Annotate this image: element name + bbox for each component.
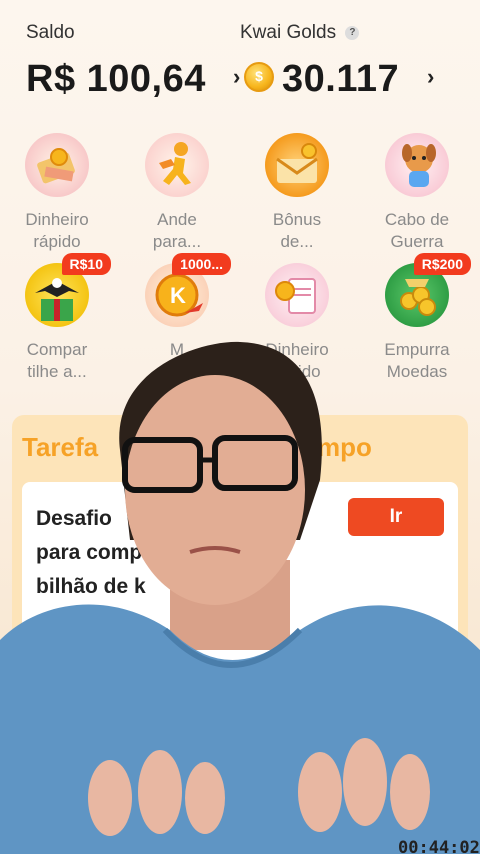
shortcut-label: rápido [33, 232, 81, 251]
shortcut-label: Ande [157, 210, 197, 229]
shortcut-label: Dinheiro [265, 340, 329, 359]
shortcut-label: Moedas [386, 362, 448, 381]
runner-icon [145, 133, 209, 197]
shortcut-ande-para[interactable]: Ande para... [122, 133, 232, 253]
kwai-golds-label-text: Kwai Golds [240, 22, 337, 43]
shortcut-dinheiro-rapido[interactable]: Dinheiro rápido [2, 133, 112, 253]
help-icon[interactable]: ? [345, 25, 360, 40]
shortcut-empurra-moedas[interactable]: R$200 Empurra Moedas [362, 253, 472, 383]
dog-mascot-icon [385, 133, 449, 197]
timer: 00:44:02 [398, 838, 480, 854]
svg-text:K: K [170, 283, 186, 308]
shortcut-bonus-de[interactable]: Bônus de... [242, 133, 352, 253]
task-description: Desafio para comp bilhão de k [36, 502, 236, 604]
shortcut-label: de... [280, 232, 314, 251]
receipt-coin-icon [265, 263, 329, 327]
task-description-line: para comp [36, 541, 143, 564]
bonus-envelope-icon [265, 133, 329, 197]
shortcut-dinheiro-rapido-2[interactable]: Dinheiro rápido [242, 263, 352, 383]
shortcut-label: M [169, 340, 185, 359]
task-panel-title-suffix: mpo [317, 432, 372, 462]
shortcut-cabo-de-guerra[interactable]: Cabo de Guerra [362, 133, 472, 253]
shortcut-label: Guerra [390, 232, 444, 251]
reward-badge: R$200 [413, 253, 471, 275]
shortcut-label: rápido [273, 362, 321, 381]
shortcut-label: tilhe a... [27, 362, 87, 381]
saldo-label: Saldo [26, 22, 75, 43]
kwai-golds-label: Kwai Golds ? [240, 22, 360, 44]
saldo-chevron-icon[interactable]: › [233, 64, 240, 90]
golds-value[interactable]: 30.117 [282, 58, 399, 101]
money-envelope-icon [25, 133, 89, 197]
reward-badge: R$10 [61, 253, 111, 275]
shortcut-moedas[interactable]: K 1000... M [122, 253, 232, 361]
saldo-value[interactable]: R$ 100,64 [26, 58, 206, 101]
go-button[interactable]: Ir [348, 498, 444, 536]
shortcut-label: Empurra [384, 340, 450, 359]
reward-badge: 1000... [172, 253, 231, 275]
shortcut-label: para... [152, 232, 202, 251]
golds-chevron-icon[interactable]: › [427, 64, 434, 90]
shortcut-compartilhe[interactable]: R$10 Compar tilhe a... [2, 253, 112, 383]
task-panel-title: Tarefa [22, 432, 99, 462]
shortcut-label: Bônus [272, 210, 322, 229]
task-description-line: Desafio [36, 507, 112, 530]
gold-coin-icon [244, 62, 274, 92]
task-description-line: bilhão de k [36, 575, 146, 598]
shortcut-label: Cabo de [384, 210, 450, 229]
shortcut-label: Dinheiro [25, 210, 89, 229]
shortcut-label: Compar [26, 340, 88, 359]
